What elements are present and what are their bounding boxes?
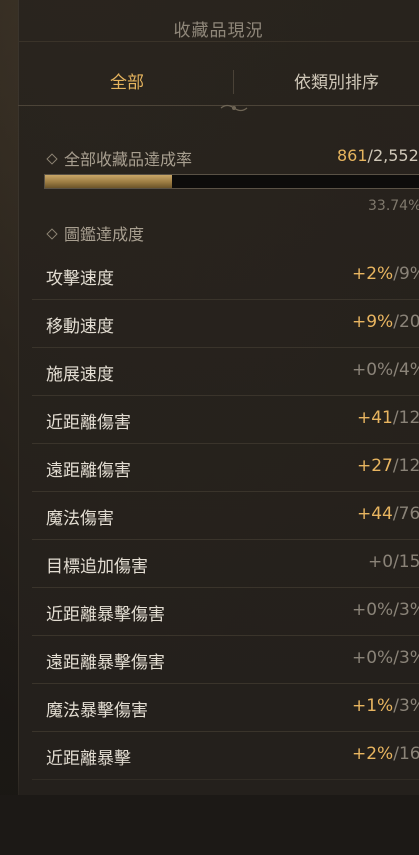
stat-row[interactable]: 移動速度 +9%/20% [32,300,419,348]
stat-row[interactable]: 遠距離暴擊+2%/16% [32,780,419,792]
stat-label: 近距離暴擊 [46,749,131,769]
bottom-blank-area [0,795,419,855]
collection-progress-fill [45,175,172,188]
collection-rate-heading: 全部收藏品達成率 [46,146,193,170]
stat-value: +41/124 [357,408,419,428]
stat-bonus: +1% [352,696,394,716]
stat-value: +0%/3% [352,648,419,668]
stat-bonus: +0% [352,360,394,380]
stat-bonus: +27 [357,456,393,476]
stat-max: 4% [398,360,419,380]
stat-bonus: +0% [352,648,394,668]
collection-progress-bar [44,174,419,189]
stat-value: +0%/3% [352,600,419,620]
stat-row[interactable]: 魔法傷害 +44/76 [32,492,419,540]
stat-value: +0%/4% [352,360,419,380]
stat-max: 3% [398,600,419,620]
stat-label: 近距離傷害 [46,413,131,433]
collection-count: 861/2,552 [337,146,419,165]
stat-bonus: +0 [368,552,394,572]
stat-value: +2%/16% [352,744,419,764]
codex-heading: 圖鑑達成度 [46,221,145,245]
stat-row[interactable]: 近距離暴擊傷害 +0%/3% [32,588,419,636]
collection-percent: 33.74% [368,198,419,214]
stat-row[interactable]: 魔法暴擊傷害 +1%/3% [32,684,419,732]
stat-row[interactable]: 遠距離暴擊傷害 +0%/3% [32,636,419,684]
stat-bonus: +2% [352,264,394,284]
stat-row[interactable]: 攻擊速度 +2%/9% [32,252,419,300]
stat-max: 121 [398,456,419,476]
stat-bonus: +9% [352,312,394,332]
stat-bonus: +2% [352,744,394,764]
stat-value: +1%/3% [352,696,419,716]
stat-max: 9% [398,264,419,284]
stat-value: +27/121 [357,456,419,476]
tab-bar: 全部 依類別排序 [18,58,419,106]
title-divider [18,41,419,42]
stat-row[interactable]: 近距離傷害 +41/124 [32,396,419,444]
stat-max: 3% [398,696,419,716]
collection-current: 861 [337,146,368,165]
stat-list[interactable]: 攻擊速度 +2%/9% 移動速度 +9%/20% 施展速度 +0%/4% 近距離傷害 +41/… [32,252,419,792]
page-title: 收藏品現況 [173,21,264,41]
collection-rate-label: 全部收藏品達成率 [64,150,193,169]
stat-label: 目標追加傷害 [46,557,148,577]
stat-row[interactable]: 遠距離傷害 +27/121 [32,444,419,492]
stat-value: +44/76 [357,504,419,524]
tab-all[interactable]: 全部 [110,68,144,93]
stat-max: 124 [398,408,419,428]
stat-row[interactable]: 施展速度 +0%/4% [32,348,419,396]
stat-label: 遠距離傷害 [46,461,131,481]
stat-bonus: +41 [357,408,393,428]
diamond-icon [46,153,58,165]
stat-label: 魔法傷害 [46,509,114,529]
stat-bonus: +0% [352,600,394,620]
stat-max: 3% [398,648,419,668]
stat-label: 攻擊速度 [46,269,114,289]
collection-total: 2,552 [372,146,419,165]
ornament-icon [220,104,248,112]
stat-label: 移動速度 [46,317,114,337]
stat-label: 遠距離暴擊傷害 [46,653,165,673]
stat-label: 施展速度 [46,365,114,385]
tab-sort-by-category[interactable]: 依類別排序 [294,68,379,93]
stat-value: +9%/20% [352,312,419,332]
stat-max: 20% [398,312,419,332]
tab-divider [233,70,234,94]
diamond-icon [46,228,58,240]
stat-max: 15 [398,552,419,572]
stat-bonus: +44 [357,504,393,524]
stat-value: +2%/9% [352,264,419,284]
stat-row[interactable]: 近距離暴擊 +2%/16% [32,732,419,780]
stat-value: +0/15 [368,552,419,572]
stat-label: 近距離暴擊傷害 [46,605,165,625]
stat-row[interactable]: 目標追加傷害 +0/15 [32,540,419,588]
stat-max: 76 [398,504,419,524]
stat-max: 16% [398,744,419,764]
stat-label: 魔法暴擊傷害 [46,701,148,721]
codex-label: 圖鑑達成度 [64,225,145,244]
